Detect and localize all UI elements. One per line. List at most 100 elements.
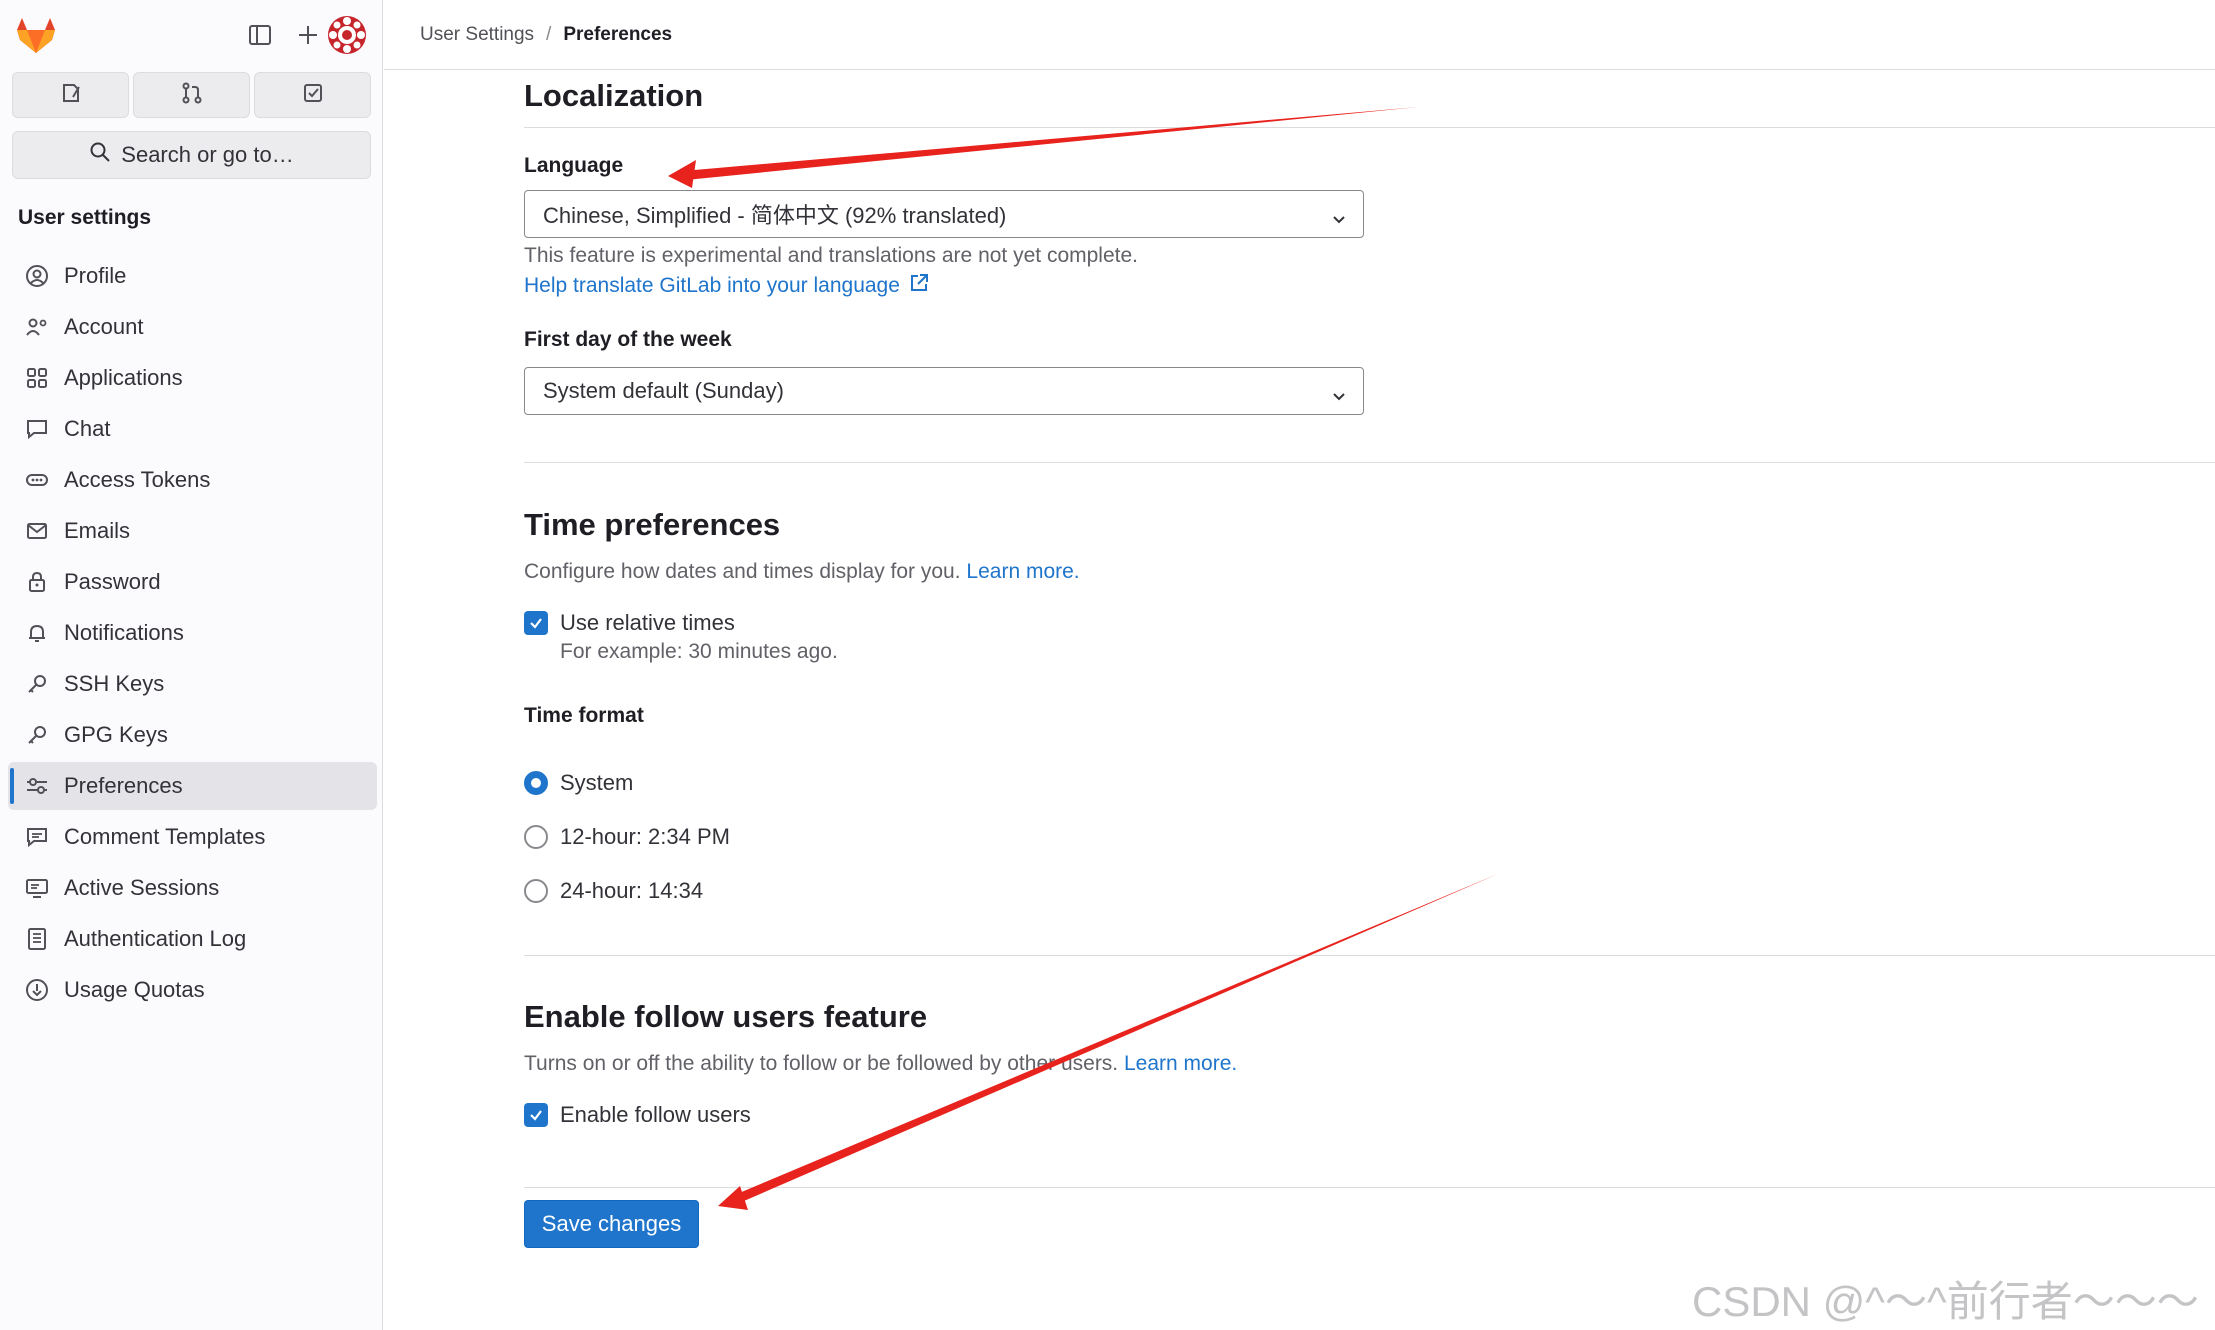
sidebar-item-label: Chat bbox=[64, 416, 111, 441]
chat-icon bbox=[24, 416, 50, 442]
check-icon[interactable] bbox=[524, 1103, 548, 1127]
time-format-option-label: System bbox=[560, 770, 634, 795]
sidebar-section-title: User settings bbox=[18, 206, 152, 229]
time-format-option-label: 24-hour: 14:34 bbox=[560, 878, 704, 903]
log-icon bbox=[24, 926, 50, 952]
radio-icon[interactable] bbox=[524, 825, 548, 849]
time-format-radio[interactable]: 12-hour: 2:34 PM bbox=[524, 824, 730, 850]
sidebar-item-preferences[interactable]: Preferences bbox=[8, 762, 377, 810]
sidebar-item-label: Notifications bbox=[64, 620, 184, 645]
sidebar-item-authentication-log[interactable]: Authentication Log bbox=[8, 915, 377, 963]
divider bbox=[524, 955, 2215, 956]
monitor-icon bbox=[24, 875, 50, 901]
sidebar-quick-tabs bbox=[12, 72, 371, 118]
external-link-icon bbox=[908, 272, 930, 300]
sidebar-item-label: Applications bbox=[64, 365, 183, 390]
sidebar-item-label: GPG Keys bbox=[64, 722, 168, 747]
breadcrumb-separator: / bbox=[546, 23, 552, 45]
time-format-option-label: 12-hour: 2:34 PM bbox=[560, 824, 730, 849]
bell-icon bbox=[24, 620, 50, 646]
time-preferences-title: Time preferences bbox=[524, 507, 781, 542]
save-changes-button[interactable]: Save changes bbox=[524, 1200, 699, 1248]
translate-link[interactable]: Help translate GitLab into your language bbox=[524, 272, 930, 300]
search-label: Search or go to… bbox=[121, 142, 294, 167]
language-help: This feature is experimental and transla… bbox=[524, 244, 1138, 267]
relative-times-checkbox[interactable]: Use relative times bbox=[524, 610, 735, 636]
sidebar-item-label: Password bbox=[64, 569, 161, 594]
profile-icon bbox=[24, 263, 50, 289]
sidebar-item-comment-templates[interactable]: Comment Templates bbox=[8, 813, 377, 861]
sidebar: Search or go to… User settings Profile Ac… bbox=[0, 0, 383, 1330]
sidebar-item-label: Active Sessions bbox=[64, 875, 220, 900]
time-format-label: Time format bbox=[524, 704, 644, 727]
enable-follow-users-label: Enable follow users bbox=[560, 1102, 751, 1127]
toggle-sidebar-icon[interactable] bbox=[240, 16, 280, 54]
divider bbox=[524, 127, 2215, 128]
radio-icon[interactable] bbox=[524, 771, 548, 795]
sidebar-item-chat[interactable]: Chat bbox=[8, 405, 377, 453]
time-description: Configure how dates and times display fo… bbox=[524, 560, 1080, 584]
plus-icon[interactable] bbox=[288, 16, 328, 54]
sidebar-item-ssh-keys[interactable]: SSH Keys bbox=[8, 660, 377, 708]
time-description-text: Configure how dates and times display fo… bbox=[524, 560, 961, 583]
avatar[interactable] bbox=[327, 15, 367, 55]
sidebar-item-emails[interactable]: Emails bbox=[8, 507, 377, 555]
radio-icon[interactable] bbox=[524, 879, 548, 903]
watermark: CSDN @^～^前行者～～～ bbox=[1692, 1278, 2199, 1325]
check-icon[interactable] bbox=[524, 611, 548, 635]
sidebar-item-applications[interactable]: Applications bbox=[8, 354, 377, 402]
issues-tab[interactable] bbox=[12, 72, 129, 118]
sidebar-item-account[interactable]: Account bbox=[8, 303, 377, 351]
key-icon bbox=[24, 671, 50, 697]
todos-tab[interactable] bbox=[254, 72, 371, 118]
sidebar-item-access-tokens[interactable]: Access Tokens bbox=[8, 456, 377, 504]
sidebar-item-gpg-keys[interactable]: GPG Keys bbox=[8, 711, 377, 759]
gitlab-logo-icon[interactable] bbox=[16, 16, 56, 54]
first-day-select[interactable]: System default (Sunday) bbox=[524, 367, 1364, 415]
chevron-down-icon bbox=[1331, 207, 1347, 233]
breadcrumb: User Settings / Preferences bbox=[384, 0, 2215, 70]
sidebar-item-label: SSH Keys bbox=[64, 671, 165, 696]
sidebar-item-label: Preferences bbox=[64, 773, 183, 798]
mail-icon bbox=[24, 518, 50, 544]
language-select[interactable]: Chinese, Simplified - 简体中文 (92% translat… bbox=[524, 190, 1364, 238]
preferences-icon bbox=[24, 773, 50, 799]
sidebar-top bbox=[0, 0, 383, 68]
follow-users-title: Enable follow users feature bbox=[524, 999, 928, 1034]
sidebar-item-label: Access Tokens bbox=[64, 467, 211, 492]
relative-times-help: For example: 30 minutes ago. bbox=[560, 640, 838, 663]
sidebar-item-active-sessions[interactable]: Active Sessions bbox=[8, 864, 377, 912]
breadcrumb-preferences[interactable]: Preferences bbox=[563, 24, 672, 46]
comment-icon bbox=[24, 824, 50, 850]
enable-follow-users-checkbox[interactable]: Enable follow users bbox=[524, 1102, 751, 1128]
annotation-arrow-language-head bbox=[668, 160, 696, 188]
merge-requests-tab[interactable] bbox=[133, 72, 250, 118]
sidebar-item-profile[interactable]: Profile bbox=[8, 252, 377, 300]
settings-nav: Profile Account Applications Chat Access Tok… bbox=[8, 252, 377, 1017]
quota-icon bbox=[24, 977, 50, 1003]
chevron-down-icon bbox=[1331, 384, 1347, 410]
merge-request-icon bbox=[181, 82, 203, 109]
lock-icon bbox=[24, 569, 50, 595]
token-icon bbox=[24, 467, 50, 493]
time-format-radio[interactable]: System bbox=[524, 770, 633, 796]
key-icon bbox=[24, 722, 50, 748]
follow-learn-more-link[interactable]: Learn more. bbox=[1124, 1052, 1237, 1075]
translate-link-text[interactable]: Help translate GitLab into your language bbox=[524, 274, 900, 298]
language-label: Language bbox=[524, 154, 624, 177]
issues-icon bbox=[60, 82, 82, 109]
annotation-arrow-save bbox=[732, 873, 1500, 1204]
language-value: Chinese, Simplified - 简体中文 (92% translat… bbox=[543, 203, 1007, 228]
sidebar-item-notifications[interactable]: Notifications bbox=[8, 609, 377, 657]
follow-description-text: Turns on or off the ability to follow or… bbox=[524, 1052, 1119, 1075]
time-learn-more-link[interactable]: Learn more. bbox=[966, 560, 1079, 583]
sidebar-item-usage-quotas[interactable]: Usage Quotas bbox=[8, 966, 377, 1014]
localization-title: Localization bbox=[524, 78, 704, 113]
search-button[interactable]: Search or go to… bbox=[12, 131, 371, 179]
annotation-arrow-save-head bbox=[718, 1186, 748, 1210]
week-label: First day of the week bbox=[524, 328, 732, 351]
breadcrumb-user-settings[interactable]: User Settings bbox=[420, 24, 534, 46]
sidebar-item-password[interactable]: Password bbox=[8, 558, 377, 606]
account-icon bbox=[24, 314, 50, 340]
time-format-radio[interactable]: 24-hour: 14:34 bbox=[524, 878, 703, 904]
